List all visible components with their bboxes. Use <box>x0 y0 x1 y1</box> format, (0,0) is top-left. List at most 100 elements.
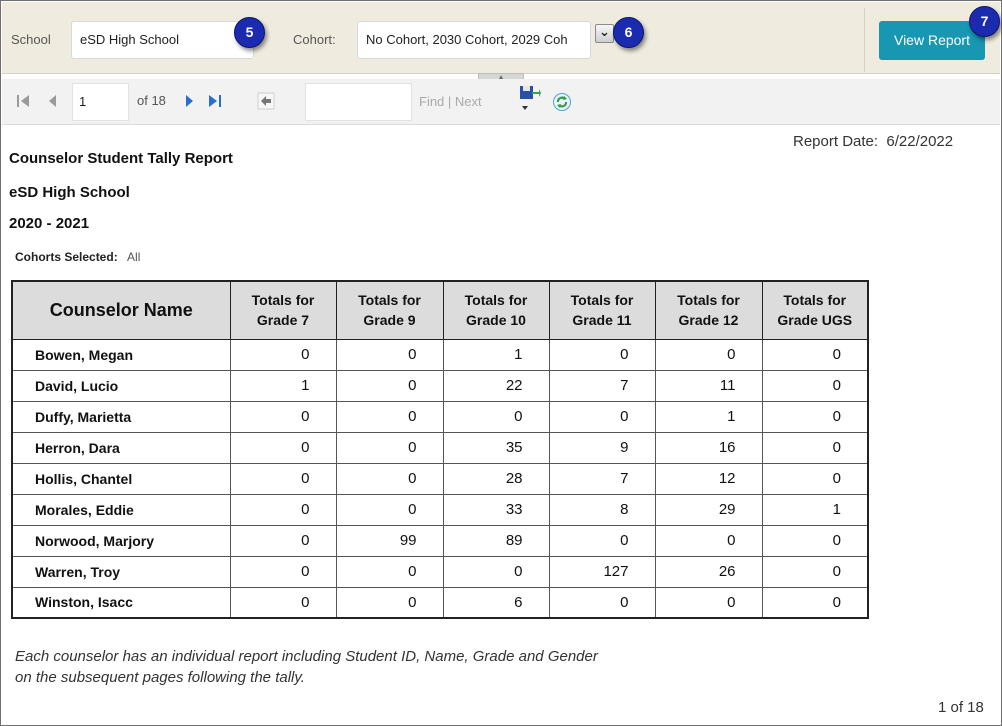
count-cell: 35 <box>442 431 550 464</box>
count-cell: 1 <box>654 400 763 433</box>
counselor-name-cell: Hollis, Chantel <box>11 462 231 495</box>
school-label: School <box>11 32 51 47</box>
count-cell: 0 <box>442 400 550 433</box>
find-input[interactable] <box>305 83 412 121</box>
count-cell: 8 <box>548 493 656 526</box>
count-cell: 0 <box>229 555 337 588</box>
count-cell: 26 <box>654 555 763 588</box>
counselor-name-cell: Bowen, Megan <box>11 338 231 371</box>
count-cell: 22 <box>442 369 550 402</box>
back-to-parent-icon[interactable] <box>257 92 275 110</box>
count-cell: 7 <box>548 462 656 495</box>
cohorts-label: Cohorts Selected: <box>15 250 118 264</box>
count-cell: 0 <box>654 586 763 619</box>
divider <box>864 8 865 72</box>
school-input[interactable]: eSD High School <box>71 21 254 59</box>
count-cell: 11 <box>654 369 763 402</box>
next-page-icon[interactable] <box>180 92 198 110</box>
count-cell: 0 <box>335 555 444 588</box>
export-save-icon[interactable] <box>519 84 541 114</box>
count-cell: 99 <box>335 524 444 557</box>
report-title: Counselor Student Tally Report <box>9 150 233 167</box>
count-cell: 1 <box>442 338 550 371</box>
counselor-name-cell: Duffy, Marietta <box>11 400 231 433</box>
page-total-label: of 18 <box>137 93 166 108</box>
report-date-value: 6/22/2022 <box>886 133 954 150</box>
table-row: Winston, Isacc 0 0 6 0 0 0 <box>11 586 869 619</box>
refresh-icon[interactable] <box>552 92 571 111</box>
count-cell: 16 <box>654 431 763 464</box>
count-cell: 12 <box>654 462 763 495</box>
count-cell: 9 <box>548 431 656 464</box>
count-cell: 0 <box>761 462 869 495</box>
count-cell: 0 <box>335 338 444 371</box>
count-cell: 127 <box>548 555 656 588</box>
report-toolbar: 1 of 18 Find | Next <box>2 79 1000 125</box>
count-cell: 28 <box>442 462 550 495</box>
count-cell: 0 <box>442 555 550 588</box>
page-number-input[interactable]: 1 <box>72 83 129 121</box>
count-cell: 1 <box>229 369 337 402</box>
find-next-link[interactable]: Find | Next <box>419 94 482 109</box>
count-cell: 0 <box>761 431 869 464</box>
footnote: Each counselor has an individual report … <box>15 646 598 688</box>
counselor-name-cell: Norwood, Marjory <box>11 524 231 557</box>
count-cell: 0 <box>229 462 337 495</box>
cohorts-value: All <box>127 250 141 264</box>
report-school: eSD High School <box>9 184 130 201</box>
table-row: Warren, Troy 0 0 0 127 26 0 <box>11 555 869 588</box>
table-row: David, Lucio 1 0 22 7 11 0 <box>11 369 869 402</box>
cohort-input[interactable]: No Cohort, 2030 Cohort, 2029 Coh <box>357 21 591 59</box>
chevron-down-icon[interactable]: ⌄ <box>595 24 614 43</box>
count-cell: 0 <box>548 338 656 371</box>
report-viewer: School eSD High School 5 Cohort: No Coho… <box>0 0 1002 726</box>
cohort-label: Cohort: <box>293 32 336 47</box>
count-cell: 0 <box>335 400 444 433</box>
count-cell: 0 <box>654 338 763 371</box>
counselor-name-cell: Warren, Troy <box>11 555 231 588</box>
report-date-label: Report Date: <box>793 133 879 150</box>
count-cell: 0 <box>548 586 656 619</box>
count-cell: 0 <box>548 524 656 557</box>
table-row: Morales, Eddie 0 0 33 8 29 1 <box>11 493 869 526</box>
last-page-icon[interactable] <box>206 92 224 110</box>
step-badge-6: 6 <box>613 17 644 48</box>
column-header-counselor: Counselor Name <box>11 280 231 340</box>
count-cell: 0 <box>335 462 444 495</box>
report-date: Report Date: 6/22/2022 <box>793 133 953 150</box>
page-indicator: 1 of 18 <box>938 699 984 716</box>
count-cell: 7 <box>548 369 656 402</box>
count-cell: 0 <box>654 524 763 557</box>
footnote-line-2: on the subsequent pages following the ta… <box>15 669 305 686</box>
count-cell: 33 <box>442 493 550 526</box>
count-cell: 1 <box>761 493 869 526</box>
count-cell: 0 <box>229 338 337 371</box>
count-cell: 0 <box>229 493 337 526</box>
table-row: Hollis, Chantel 0 0 28 7 12 0 <box>11 462 869 495</box>
count-cell: 0 <box>761 586 869 619</box>
count-cell: 0 <box>335 493 444 526</box>
column-header-total: Totals for Grade UGS <box>761 280 869 340</box>
count-cell: 29 <box>654 493 763 526</box>
column-header-total: Totals for Grade 10 <box>442 280 550 340</box>
count-cell: 0 <box>229 431 337 464</box>
column-header-total: Totals for Grade 9 <box>335 280 444 340</box>
count-cell: 0 <box>335 586 444 619</box>
table-row: Norwood, Marjory 0 99 89 0 0 0 <box>11 524 869 557</box>
first-page-icon[interactable] <box>14 92 32 110</box>
count-cell: 0 <box>335 369 444 402</box>
count-cell: 0 <box>761 338 869 371</box>
column-header-total: Totals for Grade 12 <box>654 280 763 340</box>
count-cell: 89 <box>442 524 550 557</box>
count-cell: 0 <box>229 586 337 619</box>
counselor-name-cell: David, Lucio <box>11 369 231 402</box>
cohorts-selected: Cohorts Selected: All <box>15 250 140 264</box>
column-header-total: Totals for Grade 7 <box>229 280 337 340</box>
table-row: Herron, Dara 0 0 35 9 16 0 <box>11 431 869 464</box>
counselor-name-cell: Morales, Eddie <box>11 493 231 526</box>
previous-page-icon[interactable] <box>44 92 62 110</box>
count-cell: 6 <box>442 586 550 619</box>
step-badge-7: 7 <box>969 6 1000 37</box>
count-cell: 0 <box>548 400 656 433</box>
count-cell: 0 <box>229 524 337 557</box>
